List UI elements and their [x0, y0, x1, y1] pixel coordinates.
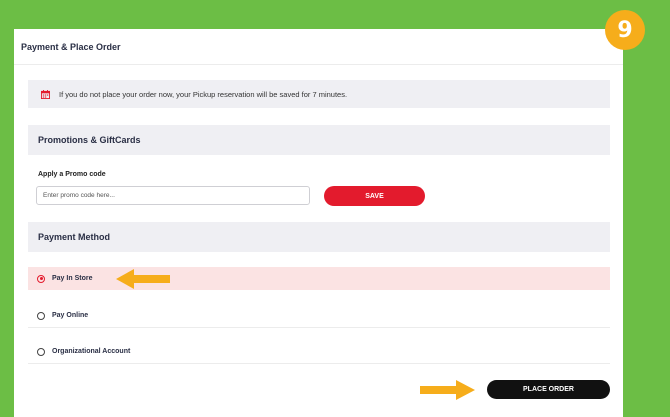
- radio-unselected-icon[interactable]: [37, 311, 45, 320]
- payment-option-label: Pay Online: [52, 312, 89, 319]
- payment-option-label: Pay In Store: [52, 275, 93, 282]
- notice-text: If you do not place your order now, your…: [59, 89, 348, 99]
- step-badge: 9: [605, 10, 645, 50]
- payment-option-organizational-account[interactable]: Organizational Account: [28, 340, 610, 364]
- arrow-icon: [420, 380, 475, 400]
- place-order-button[interactable]: PLACE ORDER: [487, 380, 610, 399]
- save-button[interactable]: SAVE: [324, 186, 425, 206]
- promo-code-label: Apply a Promo code: [38, 171, 106, 178]
- calendar-icon: [41, 89, 50, 99]
- payment-option-label: Organizational Account: [52, 348, 131, 355]
- radio-unselected-icon[interactable]: [37, 347, 45, 356]
- page-title: Payment & Place Order: [14, 29, 623, 65]
- promotions-section-title: Promotions & GiftCards: [28, 125, 610, 155]
- radio-selected-icon[interactable]: [37, 274, 45, 283]
- payment-option-pay-online[interactable]: Pay Online: [28, 304, 610, 328]
- arrow-icon: [116, 269, 170, 289]
- reservation-notice: If you do not place your order now, your…: [28, 80, 610, 108]
- payment-method-title: Payment Method: [28, 222, 610, 252]
- promo-code-input[interactable]: [36, 186, 310, 205]
